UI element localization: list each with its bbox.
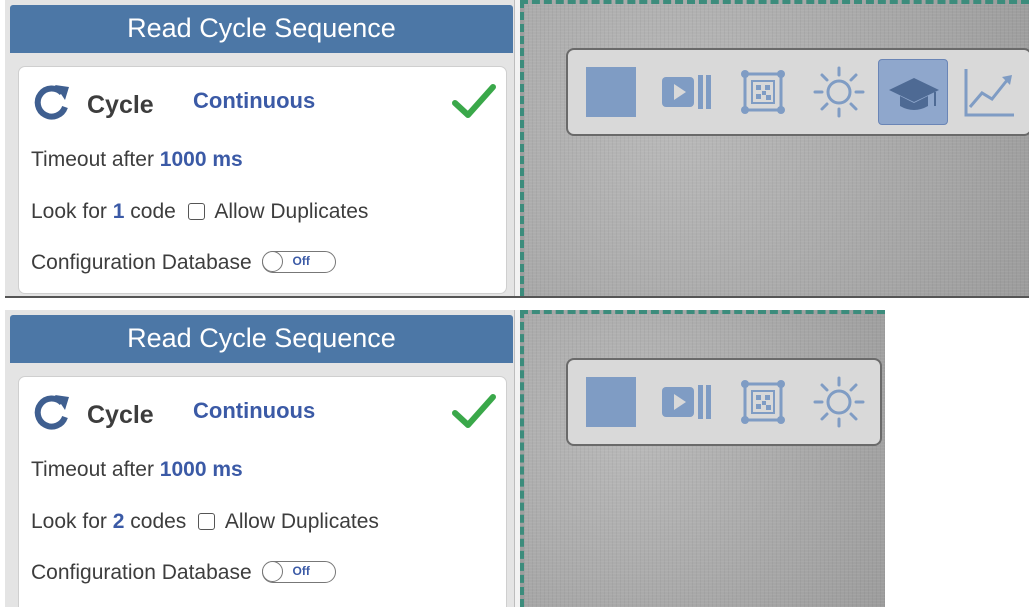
- barcode-button[interactable]: [728, 369, 798, 435]
- training-button[interactable]: [878, 59, 948, 125]
- timeout-prefix: Timeout after: [31, 458, 154, 481]
- screenshot-1: Read Cycle Sequence Cycle Continuous Tim…: [5, 0, 1029, 298]
- light-button[interactable]: [804, 59, 874, 125]
- allow-duplicates-label: Allow Duplicates: [224, 510, 379, 533]
- checkmark-icon: [452, 84, 496, 118]
- video-button[interactable]: [652, 369, 722, 435]
- config-db-toggle[interactable]: Off: [261, 561, 336, 583]
- timeout-prefix: Timeout after: [31, 148, 154, 171]
- stop-icon: [586, 377, 636, 427]
- barcode-icon: [741, 380, 785, 424]
- allow-duplicates-label: Allow Duplicates: [214, 200, 369, 223]
- cycle-row[interactable]: Cycle Continuous: [31, 387, 501, 437]
- config-db-label: Configuration Database: [31, 561, 252, 584]
- timeout-value[interactable]: 1000 ms: [160, 148, 243, 171]
- stop-button[interactable]: [576, 369, 646, 435]
- allow-duplicates-checkbox[interactable]: [187, 203, 205, 220]
- cycle-settings-card: Cycle Continuous Timeout after 1000 ms L…: [18, 66, 507, 294]
- cycle-label: Cycle: [87, 91, 154, 119]
- code-count-row: Look for 2 codes Allow Duplicates: [31, 510, 379, 534]
- toggle-state: Off: [292, 254, 310, 268]
- light-button[interactable]: [804, 369, 874, 435]
- image-toolbar: [566, 48, 1029, 136]
- light-icon: [813, 66, 865, 118]
- timeout-row: Timeout after 1000 ms: [31, 458, 243, 482]
- refresh-icon: [34, 85, 69, 120]
- video-camera-icon: [662, 75, 711, 109]
- read-cycle-panel: Read Cycle Sequence Cycle Continuous Tim…: [5, 0, 515, 296]
- cycle-settings-card: Cycle Continuous Timeout after 1000 ms L…: [18, 376, 507, 607]
- barcode-icon: [741, 70, 785, 114]
- refresh-icon: [34, 395, 69, 430]
- config-db-row: Configuration Database Off: [31, 561, 336, 585]
- toggle-state: Off: [292, 564, 310, 578]
- allow-duplicates-checkbox[interactable]: [198, 513, 216, 530]
- code-unit: codes: [130, 510, 187, 533]
- config-db-row: Configuration Database Off: [31, 251, 336, 275]
- toggle-knob: [261, 561, 283, 582]
- code-count-value[interactable]: 2: [113, 510, 125, 533]
- barcode-button[interactable]: [728, 59, 798, 125]
- video-button[interactable]: [652, 59, 722, 125]
- image-viewer[interactable]: [520, 0, 1029, 296]
- video-camera-icon: [662, 385, 711, 419]
- stop-icon: [586, 67, 636, 117]
- read-cycle-panel: Read Cycle Sequence Cycle Continuous Tim…: [5, 310, 515, 607]
- chart-icon: [964, 69, 1014, 117]
- screenshot-2: Read Cycle Sequence Cycle Continuous Tim…: [5, 310, 885, 607]
- checkmark-icon: [452, 394, 496, 428]
- config-db-toggle[interactable]: Off: [261, 251, 336, 273]
- timeout-row: Timeout after 1000 ms: [31, 148, 243, 172]
- image-toolbar: [566, 358, 882, 446]
- stop-button[interactable]: [576, 59, 646, 125]
- cycle-row[interactable]: Cycle Continuous: [31, 77, 501, 127]
- toggle-knob: [261, 251, 283, 272]
- config-db-label: Configuration Database: [31, 251, 252, 274]
- panel-header: Read Cycle Sequence: [10, 5, 513, 53]
- panel-header: Read Cycle Sequence: [10, 315, 513, 363]
- look-for-prefix: Look for: [31, 200, 107, 223]
- code-count-value[interactable]: 1: [113, 200, 125, 223]
- image-viewer[interactable]: [520, 310, 885, 607]
- timeout-value[interactable]: 1000 ms: [160, 458, 243, 481]
- cycle-mode-value[interactable]: Continuous: [193, 88, 315, 114]
- look-for-prefix: Look for: [31, 510, 107, 533]
- chart-button[interactable]: [954, 59, 1024, 125]
- code-count-row: Look for 1 code Allow Duplicates: [31, 200, 368, 224]
- cycle-mode-value[interactable]: Continuous: [193, 398, 315, 424]
- cycle-label: Cycle: [87, 401, 154, 429]
- training-cap-icon: [889, 78, 939, 110]
- code-unit: code: [130, 200, 176, 223]
- light-icon: [813, 376, 865, 428]
